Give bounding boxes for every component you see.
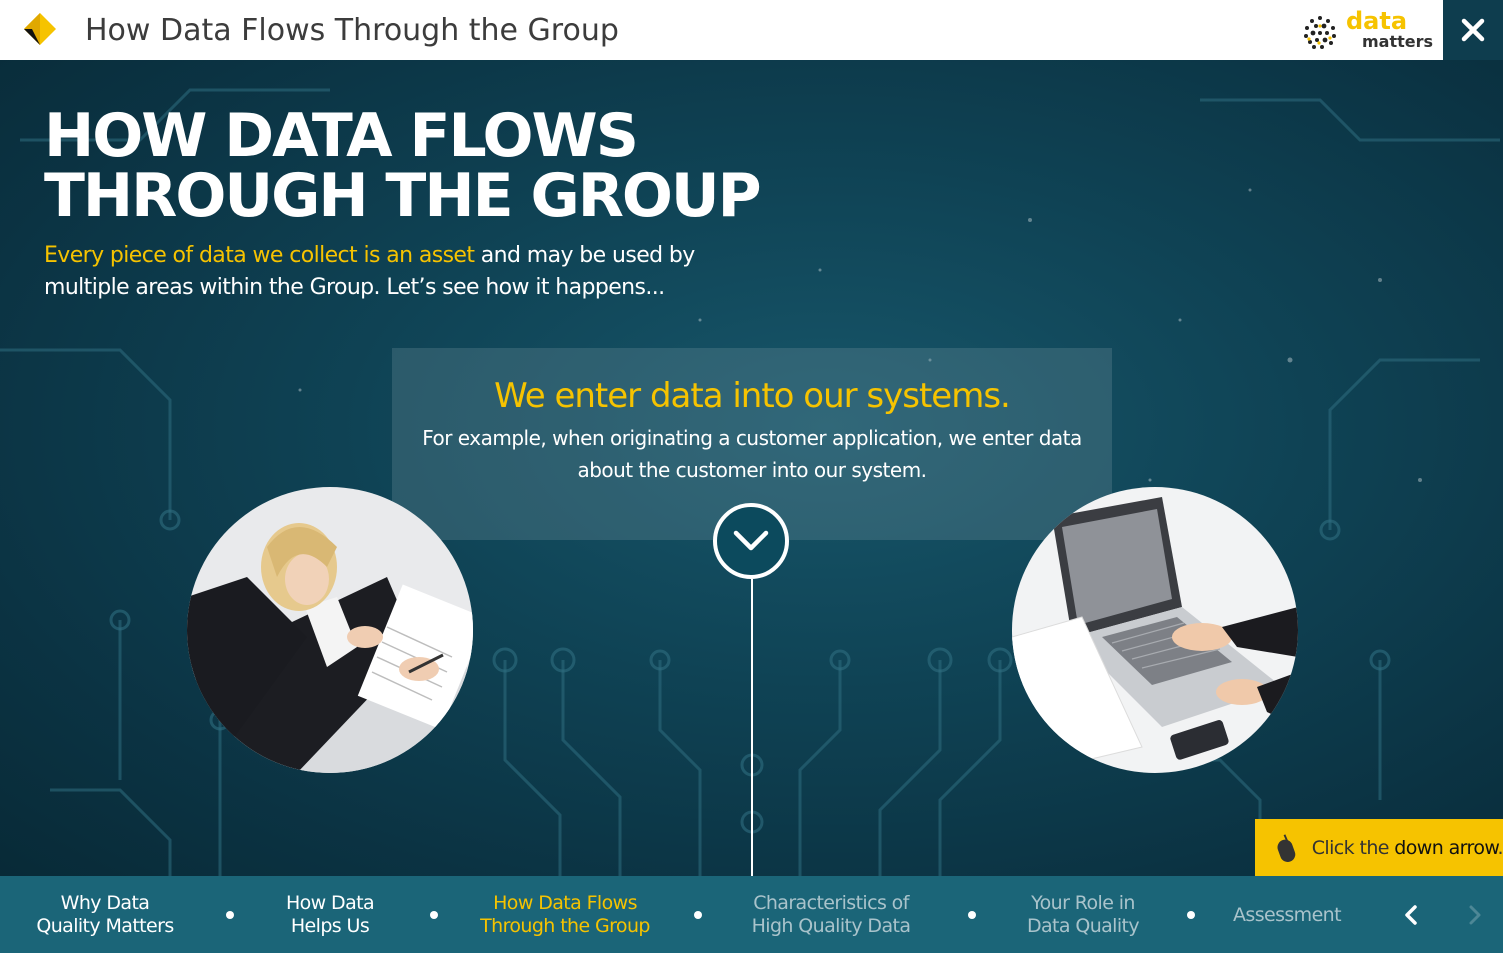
nav-separator-dot	[968, 911, 976, 919]
down-arrow-button[interactable]	[713, 503, 789, 579]
brand-word-matters: matters	[1362, 32, 1434, 51]
flow-line	[751, 579, 753, 876]
globe-dots-icon	[1304, 16, 1336, 49]
page-heading: HOW DATA FLOWS THROUGH THE GROUP	[44, 106, 804, 226]
nav-item-assessment[interactable]: Assessment	[1222, 904, 1352, 927]
chevron-right-icon	[1469, 905, 1481, 925]
nav-item-label-line2: Through the Group	[480, 915, 650, 937]
prev-button[interactable]	[1396, 900, 1426, 930]
laptop-illustration	[1012, 487, 1298, 773]
mouse-icon	[1277, 833, 1296, 862]
chevron-left-icon	[1405, 905, 1417, 925]
nav-item-how-data-helps-us[interactable]: How Data Helps Us	[260, 892, 400, 938]
nav-separator-dot	[430, 911, 438, 919]
title-bar: How Data Flows Through the Group data ma…	[0, 0, 1443, 60]
nav-item-label-line1: Why Data	[60, 892, 150, 914]
data-matters-logo: data matters	[1300, 7, 1434, 54]
intro-text: Every piece of data we collect is an ass…	[44, 240, 744, 304]
brand-word-data: data	[1346, 7, 1408, 35]
info-body: For example, when originating a customer…	[422, 426, 1082, 482]
nav-item-characteristics[interactable]: Characteristics of High Quality Data	[736, 892, 926, 938]
bottom-navigation: Why Data Quality Matters How Data Helps …	[0, 876, 1503, 953]
app-title: How Data Flows Through the Group	[85, 13, 619, 48]
nav-separator-dot	[694, 911, 702, 919]
nav-item-label-line1: How Data Flows	[493, 892, 637, 914]
nav-item-label-line2: High Quality Data	[751, 915, 911, 937]
nav-item-label-line1: Your Role in	[1031, 892, 1135, 914]
next-button[interactable]	[1460, 900, 1490, 930]
instruction-hint: Click the down arrow.	[1255, 819, 1503, 876]
nav-item-label-line2: Helps Us	[290, 915, 370, 937]
businesswoman-illustration	[187, 487, 473, 773]
hint-prefix: Click the	[1311, 836, 1395, 859]
nav-item-label-line1: Characteristics of	[753, 892, 909, 914]
nav-separator-dot	[1187, 911, 1195, 919]
close-button[interactable]	[1443, 0, 1503, 60]
info-title: We enter data into our systems.	[494, 376, 1011, 416]
nav-item-label-line2: Data Quality	[1026, 915, 1140, 937]
chevron-down-icon	[733, 530, 769, 551]
nav-separator-dot	[226, 911, 234, 919]
hint-emphasis: down arrow	[1394, 836, 1498, 859]
nav-item-label-line2: Quality Matters	[36, 915, 174, 937]
heading-line-2: THROUGH THE GROUP	[44, 161, 762, 231]
nav-item-how-data-flows[interactable]: How Data Flows Through the Group	[470, 892, 660, 938]
nav-item-why-data-quality-matters[interactable]: Why Data Quality Matters	[20, 892, 190, 938]
brand-diamond-icon	[24, 13, 56, 45]
nav-item-your-role[interactable]: Your Role in Data Quality	[1010, 892, 1156, 938]
nav-item-label-line1: Assessment	[1233, 904, 1342, 926]
heading-line-1: HOW DATA FLOWS	[44, 101, 639, 171]
hint-text: Click the down arrow.	[1312, 837, 1503, 859]
close-icon	[1461, 18, 1485, 42]
intro-highlight: Every piece of data we collect is an ass…	[44, 243, 475, 268]
businesswoman-photo	[187, 487, 473, 773]
content-area: HOW DATA FLOWS THROUGH THE GROUP Every p…	[0, 60, 1503, 876]
hint-suffix: .	[1497, 836, 1503, 859]
laptop-typing-photo	[1012, 487, 1298, 773]
nav-item-label-line1: How Data	[285, 892, 375, 914]
